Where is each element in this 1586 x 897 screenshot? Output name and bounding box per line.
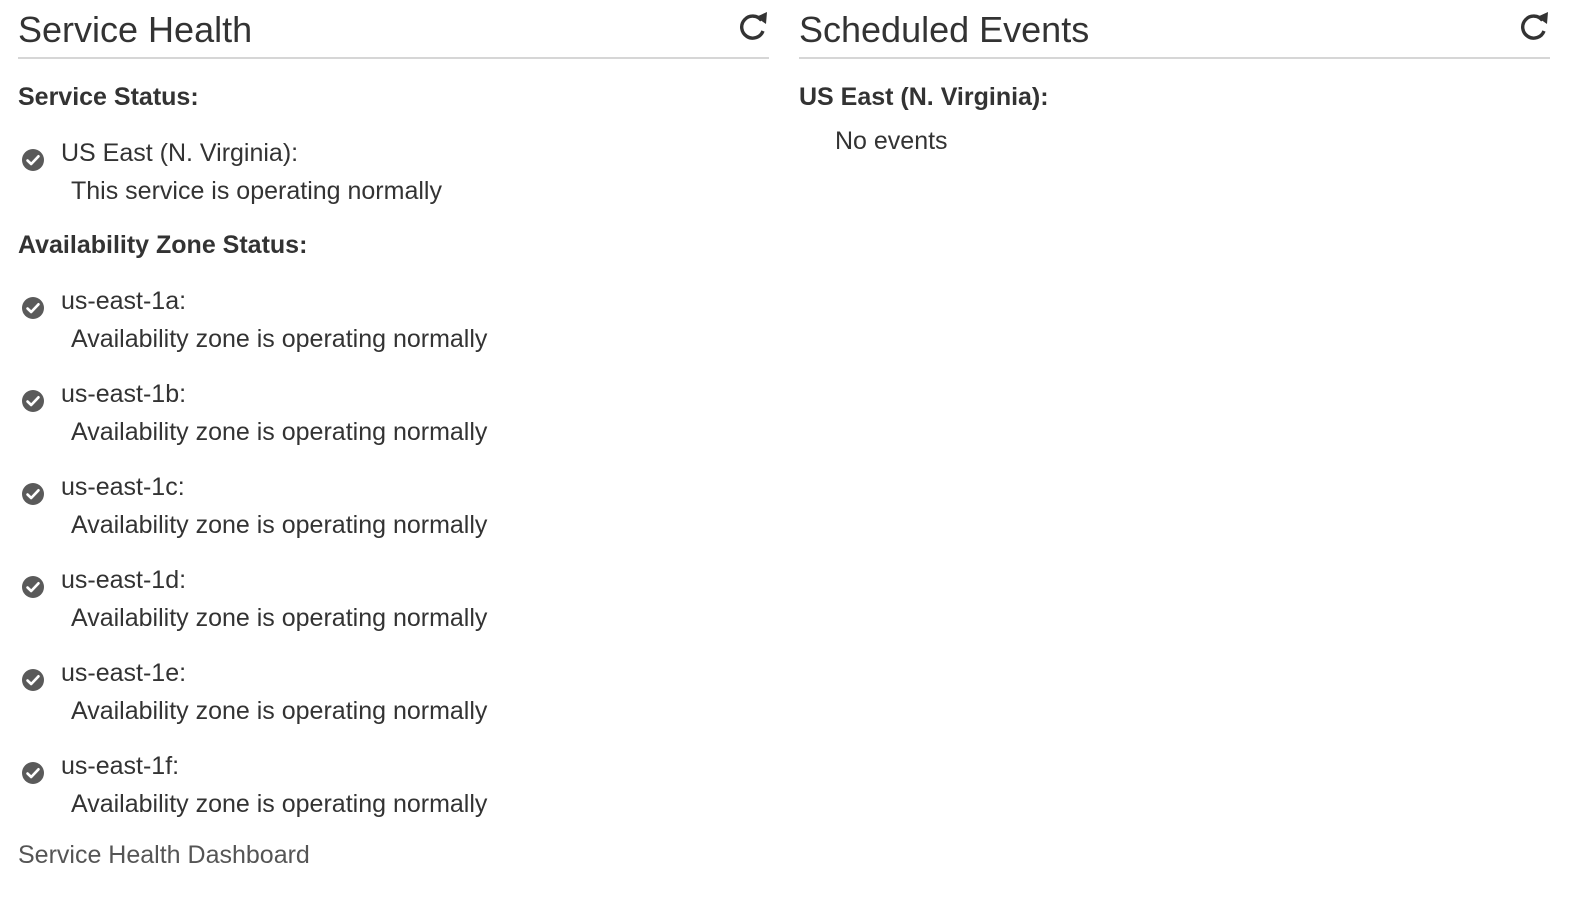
check-circle-icon xyxy=(21,148,45,172)
zone-status-item: us-east-1f: Availability zone is operati… xyxy=(18,752,718,829)
check-circle-icon xyxy=(21,389,45,413)
zone-message: Availability zone is operating normally xyxy=(71,604,488,632)
zone-name: us-east-1d: xyxy=(61,566,187,594)
scheduled-events-panel: Scheduled Events US East (N. Virginia): … xyxy=(799,0,1550,155)
zone-status-item: us-east-1c: Availability zone is operati… xyxy=(18,473,718,550)
service-status-region: US East (N. Virginia): xyxy=(61,139,299,167)
check-circle-icon xyxy=(21,761,45,785)
service-status-item: US East (N. Virginia): This service is o… xyxy=(18,139,718,216)
zone-name: us-east-1e: xyxy=(61,659,187,687)
service-health-dashboard-link[interactable]: Service Health Dashboard xyxy=(18,840,310,870)
service-status-heading: Service Status: xyxy=(18,83,199,111)
check-circle-icon xyxy=(21,575,45,599)
zone-name: us-east-1b: xyxy=(61,380,187,408)
events-region-heading: US East (N. Virginia): xyxy=(799,83,1049,111)
zone-status-item: us-east-1b: Availability zone is operati… xyxy=(18,380,718,457)
zone-message: Availability zone is operating normally xyxy=(71,790,488,818)
refresh-icon[interactable] xyxy=(737,9,769,43)
zone-name: us-east-1c: xyxy=(61,473,185,501)
service-health-panel: Service Health Service Status: US East (… xyxy=(18,0,769,869)
az-status-heading: Availability Zone Status: xyxy=(18,231,308,259)
zone-message: Availability zone is operating normally xyxy=(71,325,488,353)
zone-message: Availability zone is operating normally xyxy=(71,418,488,446)
scheduled-events-header: Scheduled Events xyxy=(799,0,1550,59)
refresh-icon[interactable] xyxy=(1518,9,1550,43)
service-health-header: Service Health xyxy=(18,0,769,59)
check-circle-icon xyxy=(21,668,45,692)
zone-status-item: us-east-1e: Availability zone is operati… xyxy=(18,659,718,736)
service-status-message: This service is operating normally xyxy=(71,177,442,205)
zone-name: us-east-1a: xyxy=(61,287,187,315)
service-health-title: Service Health xyxy=(18,9,253,50)
zone-message: Availability zone is operating normally xyxy=(71,511,488,539)
zone-status-item: us-east-1a: Availability zone is operati… xyxy=(18,287,718,364)
zone-message: Availability zone is operating normally xyxy=(71,697,488,725)
no-events-message: No events xyxy=(835,127,948,155)
zone-name: us-east-1f: xyxy=(61,752,180,780)
check-circle-icon xyxy=(21,296,45,320)
check-circle-icon xyxy=(21,482,45,506)
zone-status-item: us-east-1d: Availability zone is operati… xyxy=(18,566,718,643)
scheduled-events-title: Scheduled Events xyxy=(799,9,1090,50)
